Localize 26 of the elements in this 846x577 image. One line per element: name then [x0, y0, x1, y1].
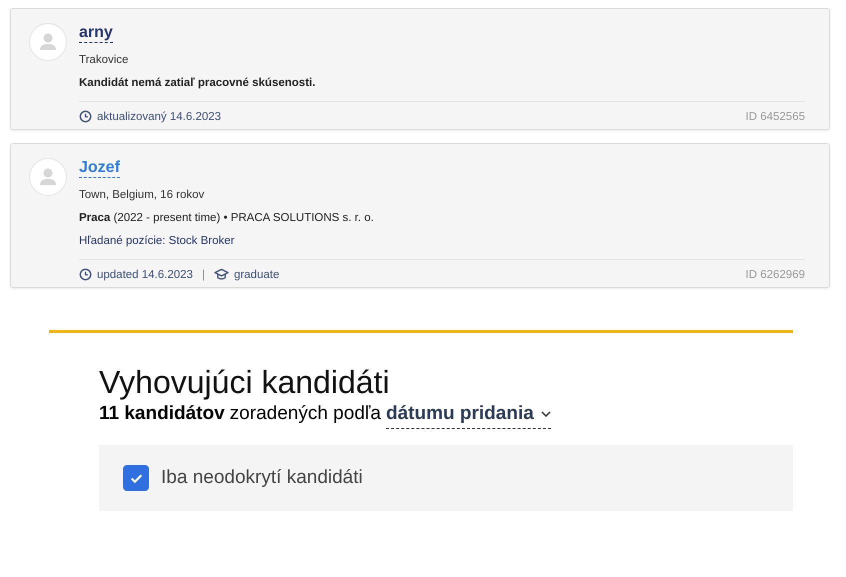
sort-dropdown[interactable]: dátumu pridania: [386, 403, 551, 429]
sort-label-text: zoradených podľa: [230, 403, 381, 425]
chevron-down-icon: [540, 411, 551, 417]
positions-text: Hľadané pozície: Stock Broker: [79, 235, 236, 247]
checkbox-label: Iba neodokrytí kandidáti: [161, 467, 363, 489]
experience-note: Kandidát nemá zatiaľ pracovné skúsenosti.: [79, 77, 316, 89]
checkmark-icon: [130, 472, 142, 484]
graduation-cap-icon: [214, 268, 229, 281]
experience-text: Praca (2022 - present time) • PRACA SOLUTIONS s. r. o.: [79, 212, 375, 224]
clock-icon: [79, 268, 92, 281]
meta-text: aktualizovaný 14.6.2023: [97, 110, 222, 122]
location-text: Town, Belgium, 16 rokov: [79, 189, 206, 201]
avatar-icon: [29, 158, 67, 196]
clock-icon: [79, 110, 92, 123]
section-title: Vyhovujúci kandidáti: [99, 363, 391, 401]
candidate-id-text: ID 6262969: [746, 268, 805, 280]
candidate-name-link[interactable]: Jozef: [79, 158, 120, 178]
meta-text: updated 14.6.2023: [97, 268, 193, 280]
location-text: Trakovice: [79, 54, 130, 66]
meta-text: graduate: [234, 268, 280, 280]
avatar-icon: [29, 23, 67, 61]
candidate-count-text: 11 kandidátov: [99, 403, 225, 425]
candidate-id-text: ID 6452565: [746, 110, 805, 122]
candidate-name-link[interactable]: arny: [79, 23, 113, 43]
checkbox[interactable]: [123, 465, 149, 491]
separator-text: |: [202, 268, 205, 280]
